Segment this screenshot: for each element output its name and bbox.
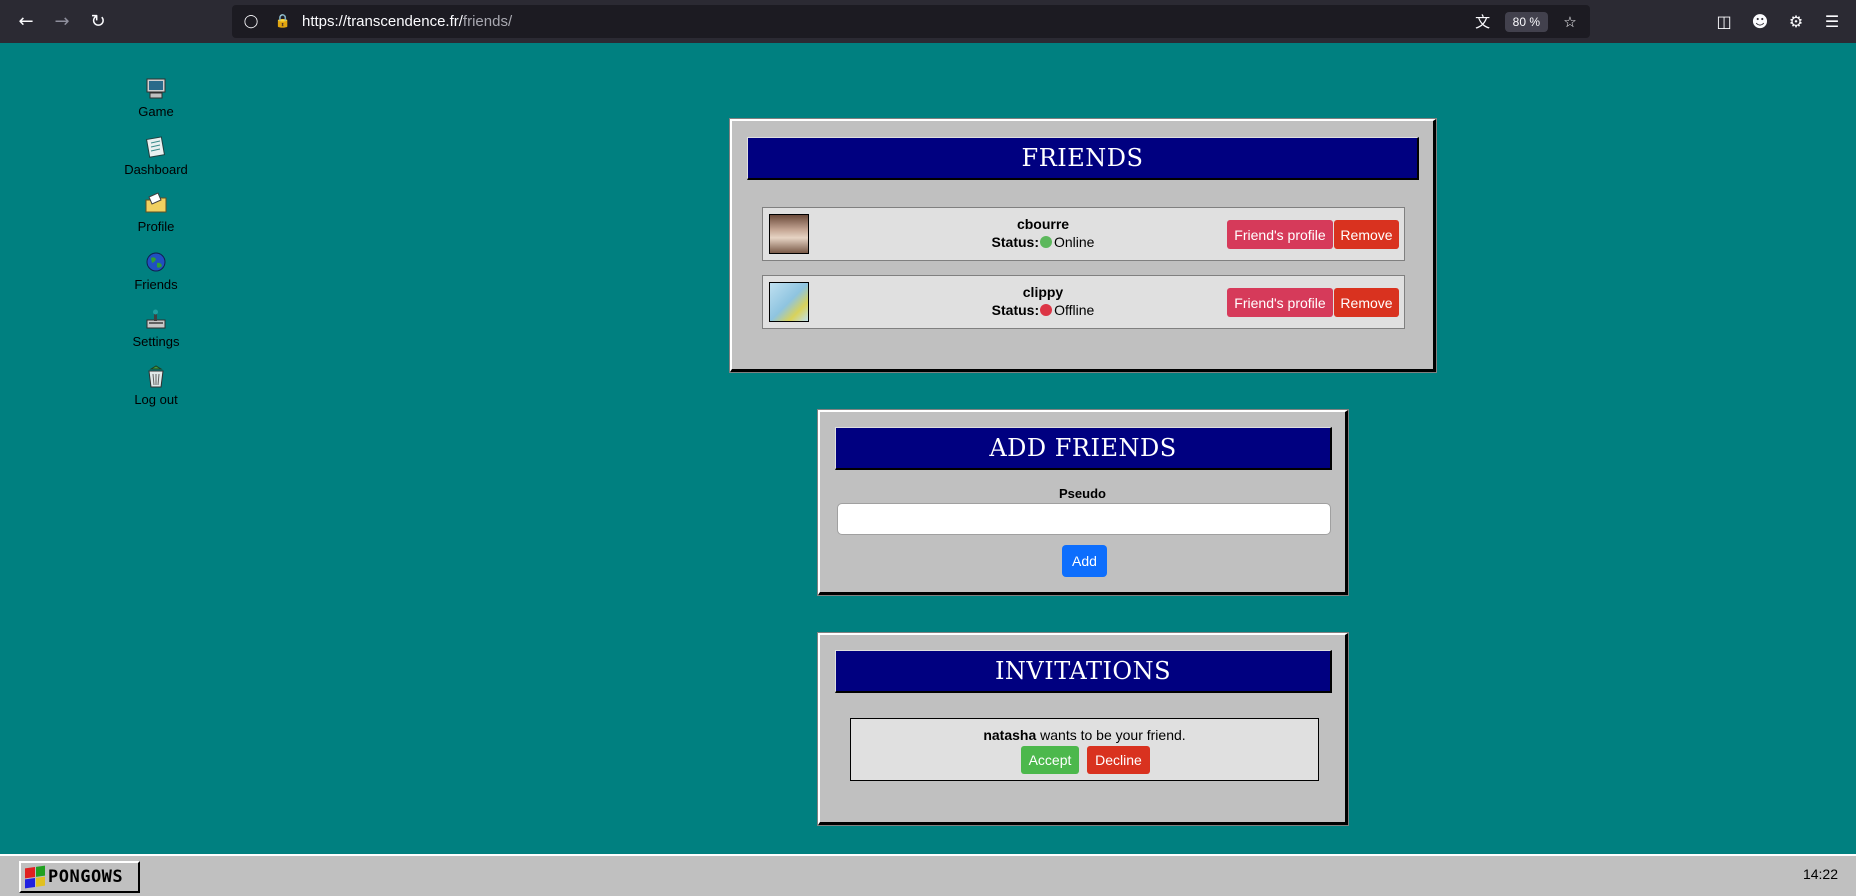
- computer-icon: [143, 76, 169, 102]
- lock-icon[interactable]: 🔒: [270, 14, 296, 29]
- avatar: [769, 214, 809, 254]
- remove-friend-button[interactable]: Remove: [1334, 288, 1399, 317]
- url-host: https://transcendence.fr/: [302, 13, 463, 30]
- url-text[interactable]: https://transcendence.fr/friends/: [302, 13, 512, 30]
- friend-name: cbourre: [1016, 216, 1070, 232]
- back-icon[interactable]: ←: [8, 4, 44, 40]
- zoom-level[interactable]: 80 %: [1504, 11, 1548, 32]
- pseudo-input[interactable]: [837, 503, 1331, 535]
- desktop-item-label: Game: [138, 104, 174, 119]
- taskbar-clock: 14:22: [1802, 866, 1838, 882]
- desktop-item-label: Profile: [137, 219, 175, 234]
- account-icon[interactable]: ☻: [1746, 12, 1774, 31]
- recycle-bin-icon: [143, 364, 169, 390]
- friend-info: clippy Status: Offline: [943, 284, 1143, 318]
- friend-status: Status: Online: [943, 234, 1143, 250]
- taskbar: PONGOWS 14:22: [0, 854, 1856, 896]
- pseudo-label: Pseudo: [1059, 486, 1106, 501]
- start-button[interactable]: PONGOWS: [19, 861, 140, 893]
- address-bar[interactable]: ◯ 🔒 https://transcendence.fr/friends/ 文 …: [232, 5, 1590, 38]
- desktop-item-settings[interactable]: Settings: [106, 306, 206, 364]
- desktop-item-game[interactable]: Game: [106, 76, 206, 134]
- reload-icon[interactable]: ↻: [80, 4, 116, 40]
- friend-name: clippy: [1022, 284, 1064, 300]
- desktop-item-friends[interactable]: Friends: [106, 249, 206, 307]
- invitations-title: INVITATIONS: [835, 650, 1332, 693]
- folder-icon: [143, 191, 169, 217]
- friend-row: clippy Status: Offline Friend's profile R…: [762, 275, 1405, 329]
- desktop-item-label: Dashboard: [124, 161, 188, 177]
- browser-toolbar: ← → ↻ ◯ 🔒 https://transcendence.fr/frien…: [0, 0, 1856, 43]
- friend-row: cbourre Status: Online Friend's profile R…: [762, 207, 1405, 261]
- desktop-item-dashboard[interactable]: Dashboard: [106, 134, 206, 192]
- notepad-icon: [143, 134, 169, 160]
- status-label: Status:: [991, 234, 1039, 250]
- add-friends-title: ADD FRIENDS: [835, 427, 1332, 470]
- desktop-item-label: Log out: [134, 391, 178, 407]
- remove-friend-button[interactable]: Remove: [1334, 220, 1399, 249]
- url-path: friends/: [462, 13, 513, 30]
- desktop-item-logout[interactable]: Log out: [106, 364, 206, 422]
- invitation-text: natasha wants to be your friend.: [851, 727, 1318, 743]
- pocket-icon[interactable]: ◫: [1710, 12, 1738, 31]
- status-offline-icon: [1040, 304, 1053, 316]
- windows-logo-icon: [25, 865, 45, 889]
- status-value: Offline: [1054, 302, 1095, 318]
- friend-status: Status: Offline: [943, 302, 1143, 318]
- settings-icon: [143, 306, 169, 332]
- decline-invitation-button[interactable]: Decline: [1087, 746, 1150, 774]
- add-friends-window: ADD FRIENDS Pseudo Add: [817, 409, 1349, 596]
- invitations-window: INVITATIONS natasha wants to be your fri…: [817, 632, 1349, 826]
- status-value: Online: [1053, 234, 1095, 250]
- menu-icon[interactable]: ☰: [1818, 12, 1846, 31]
- status-label: Status:: [991, 302, 1040, 318]
- friends-window: FRIENDS cbourre Status: Online Friend's p…: [729, 118, 1437, 373]
- friends-title: FRIENDS: [747, 137, 1419, 180]
- add-friend-button[interactable]: Add: [1062, 545, 1107, 577]
- bookmark-star-icon[interactable]: ☆: [1558, 13, 1582, 31]
- inviter-name: natasha: [983, 727, 1037, 743]
- globe-icon: [143, 249, 169, 275]
- accept-invitation-button[interactable]: Accept: [1021, 746, 1079, 774]
- avatar: [769, 282, 809, 322]
- extensions-icon[interactable]: ⚙: [1782, 12, 1810, 31]
- forward-icon[interactable]: →: [44, 4, 80, 40]
- friend-profile-button[interactable]: Friend's profile: [1227, 288, 1333, 317]
- desktop-item-label: Friends: [134, 276, 178, 292]
- desktop-item-label: Settings: [132, 334, 180, 349]
- desktop-item-profile[interactable]: Profile: [106, 191, 206, 249]
- start-label: PONGOWS: [48, 867, 124, 887]
- invitation-item: natasha wants to be your friend. Accept …: [850, 718, 1319, 781]
- translate-icon[interactable]: 文: [1471, 11, 1495, 32]
- friend-info: cbourre Status: Online: [943, 216, 1143, 250]
- status-online-icon: [1039, 236, 1052, 248]
- friend-profile-button[interactable]: Friend's profile: [1227, 220, 1333, 249]
- desktop-icon-list: Game Dashboard Profile Friends Settings …: [106, 76, 206, 421]
- shield-icon[interactable]: ◯: [238, 14, 264, 29]
- invitation-message: wants to be your friend.: [1036, 727, 1186, 743]
